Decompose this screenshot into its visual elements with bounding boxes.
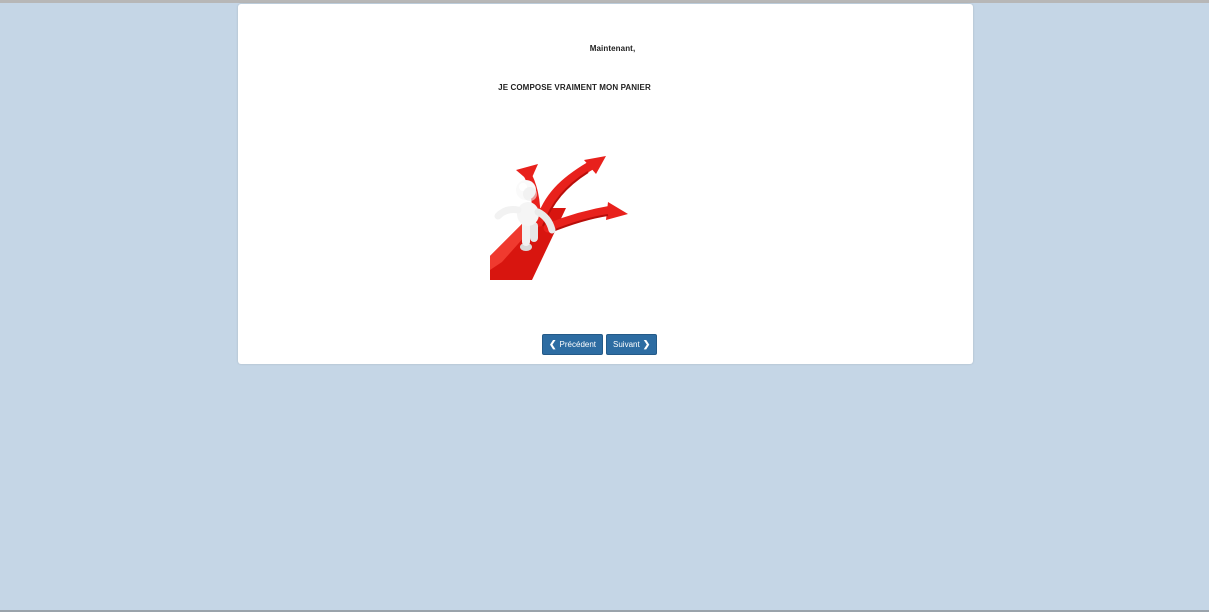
content-card: Maintenant, JE COMPOSE VRAIMENT MON PANI… xyxy=(238,4,973,364)
next-button-label: Suivant xyxy=(613,340,640,349)
previous-button-label: Précédent xyxy=(559,340,597,349)
figure-at-crossroads-arrows-icon xyxy=(490,156,628,280)
previous-button[interactable]: ❮ Précédent xyxy=(542,334,604,355)
top-border xyxy=(0,0,1209,3)
next-button[interactable]: Suivant ❯ xyxy=(606,334,658,355)
navigation-buttons: ❮ Précédent Suivant ❯ xyxy=(542,334,658,355)
chevron-right-icon: ❯ xyxy=(642,339,651,349)
intro-text: Maintenant, xyxy=(589,44,636,53)
page-title: JE COMPOSE VRAIMENT MON PANIER xyxy=(498,83,651,92)
chevron-left-icon: ❮ xyxy=(549,339,557,349)
